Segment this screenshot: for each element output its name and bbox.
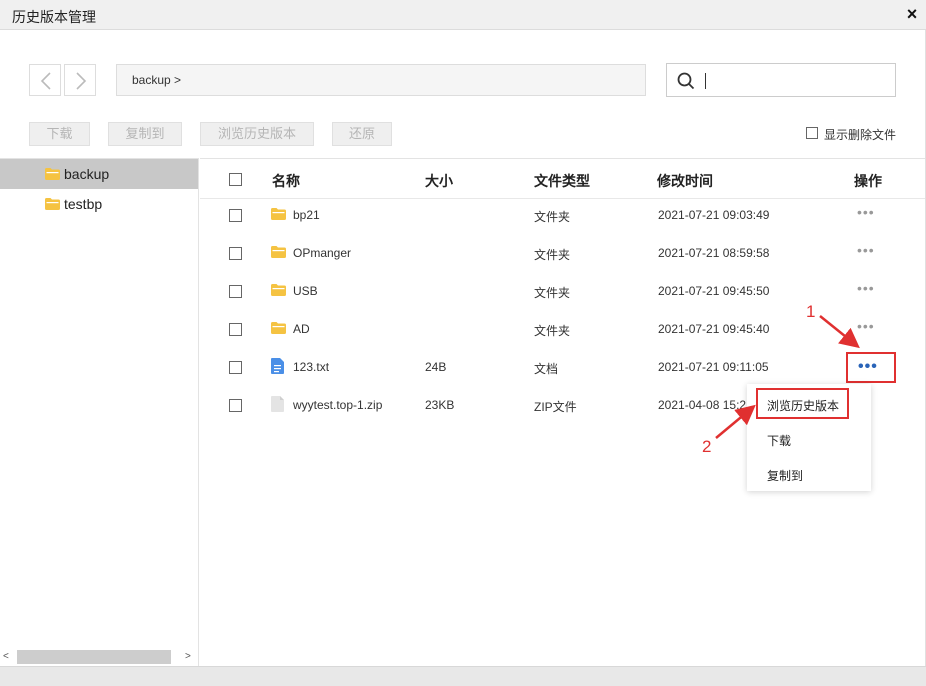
status-bar bbox=[0, 666, 926, 686]
arrow-to-more-button bbox=[819, 315, 860, 349]
annotation-arrows bbox=[715, 315, 860, 439]
arrow-to-browse-history bbox=[715, 404, 756, 439]
